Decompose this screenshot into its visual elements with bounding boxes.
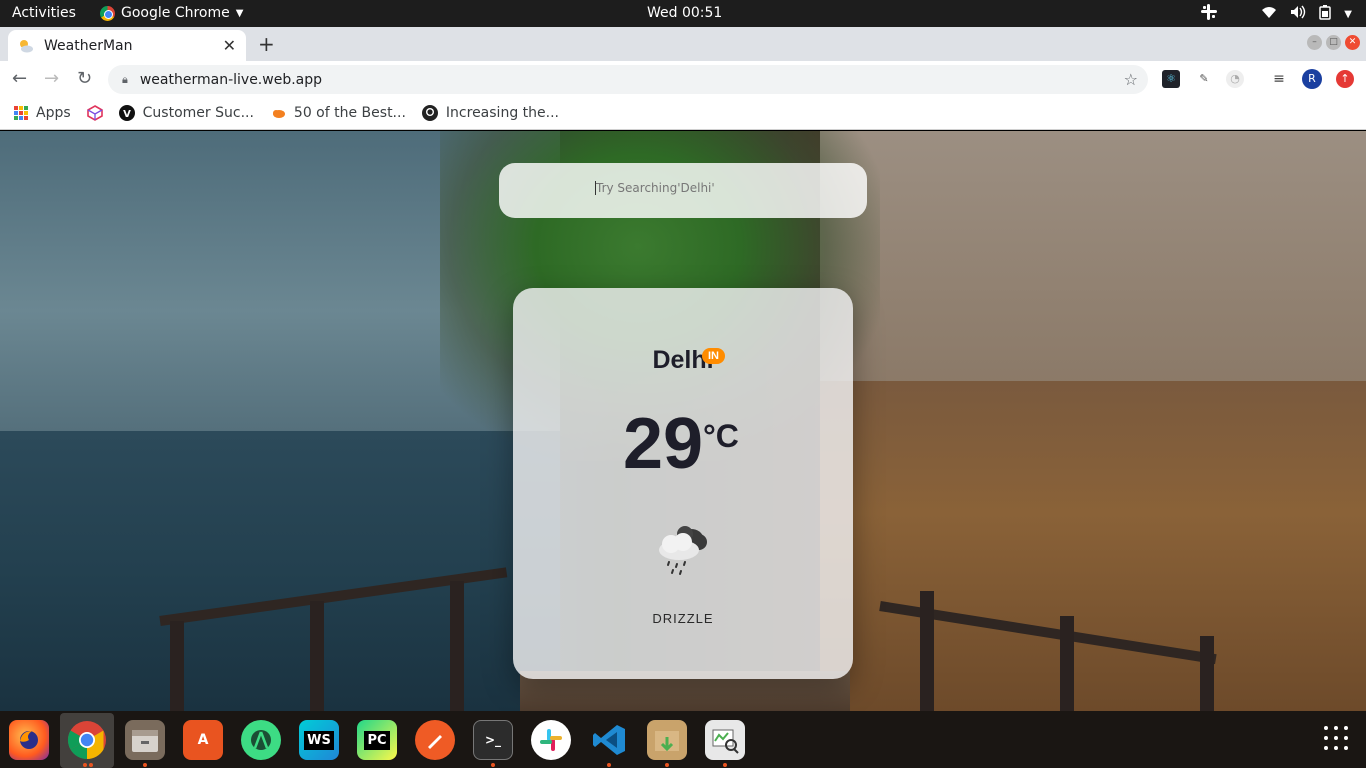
tab-title: WeatherMan [44, 37, 133, 54]
tab-strip: WeatherMan ✕ + – □ ✕ [0, 27, 1366, 61]
running-indicator [89, 763, 93, 767]
bookmarks-bar: Apps V Customer Suc... 50 of the Best...… [0, 97, 1366, 130]
svg-text:V: V [123, 109, 131, 120]
close-window-button[interactable]: ✕ [1345, 35, 1360, 50]
chrome-icon [100, 5, 115, 21]
temperature-value: 29 [623, 404, 704, 484]
app-menu-label: Google Chrome [121, 5, 230, 21]
archive-manager-icon[interactable] [647, 720, 687, 760]
webstorm-icon[interactable]: WS [299, 720, 339, 760]
activities-button[interactable]: Activities [12, 5, 76, 21]
update-icon[interactable]: ↑ [1336, 70, 1354, 88]
bookmark-label: Increasing the... [445, 105, 559, 121]
files-icon[interactable] [125, 720, 165, 760]
eyedropper-extension-icon[interactable]: ✎ [1195, 70, 1213, 88]
running-indicator [143, 763, 147, 767]
vscode-icon[interactable] [589, 720, 629, 760]
slack-tray-icon[interactable] [1201, 4, 1218, 24]
github-icon [421, 105, 438, 121]
lock-icon[interactable]: 🔒︎ [122, 73, 128, 87]
cloud-logo-icon [270, 105, 286, 121]
maximize-button[interactable]: □ [1326, 35, 1341, 50]
react-devtools-extension-icon[interactable]: ⚛ [1162, 70, 1180, 88]
running-indicator [491, 763, 495, 767]
android-studio-icon[interactable] [241, 720, 281, 760]
drizzle-cloud-icon [653, 522, 713, 578]
window-controls: – □ ✕ [1307, 35, 1360, 50]
search-box [499, 163, 867, 218]
firefox-icon[interactable] [9, 720, 49, 760]
bookmark-label: 50 of the Best... [293, 105, 406, 121]
running-indicator [723, 763, 727, 767]
postman-icon[interactable] [415, 720, 455, 760]
system-menu-chevron-icon[interactable]: ▼ [1344, 9, 1352, 20]
wifi-icon[interactable] [1261, 5, 1277, 23]
pycharm-icon[interactable]: PC [357, 720, 397, 760]
running-indicator [83, 763, 87, 767]
clock[interactable]: Wed 00:51 [647, 5, 722, 21]
bookmark-star-icon[interactable]: ☆ [1124, 70, 1138, 89]
chevron-down-icon: ▼ [235, 7, 244, 19]
bookmark-github[interactable]: Increasing the... [421, 105, 559, 121]
url-text[interactable]: weatherman-live.web.app [140, 72, 322, 88]
country-badge: IN [702, 348, 725, 364]
apps-grid-icon [14, 106, 28, 120]
slack-dock-icon[interactable] [531, 720, 571, 760]
system-monitor-icon[interactable] [705, 720, 745, 760]
system-tray[interactable]: ▼ [1201, 4, 1352, 24]
reload-button[interactable]: ↻ [77, 68, 92, 89]
running-indicator [665, 763, 669, 767]
weather-favicon-icon [18, 38, 34, 54]
battery-icon[interactable] [1319, 4, 1332, 24]
show-applications-button[interactable] [1324, 726, 1348, 750]
minimize-button[interactable]: – [1307, 35, 1322, 50]
new-tab-button[interactable]: + [258, 32, 275, 56]
tab-weatherman[interactable]: WeatherMan ✕ [8, 30, 246, 61]
profile-avatar[interactable]: R [1302, 69, 1322, 89]
back-button[interactable]: ← [12, 68, 27, 89]
bookmark-label: Apps [36, 105, 71, 121]
ubuntu-dock: A WS PC >_ [0, 711, 1366, 768]
bookmark-cube[interactable] [86, 105, 103, 121]
close-tab-icon[interactable]: ✕ [223, 36, 236, 55]
weather-page: Delhi IN 29 °C DRIZZLE [0, 131, 1366, 711]
chrome-dock-icon[interactable] [67, 720, 107, 760]
system-top-bar: Activities Google Chrome ▼ Wed 00:51 ▼ [0, 0, 1366, 27]
temperature-unit: °C [703, 418, 739, 454]
software-center-icon[interactable]: A [183, 720, 223, 760]
volume-icon[interactable] [1290, 5, 1306, 23]
background-sky-right [820, 131, 1366, 401]
app-menu[interactable]: Google Chrome ▼ [100, 5, 243, 21]
weather-condition: DRIZZLE [652, 611, 714, 626]
v-logo-icon: V [118, 105, 135, 121]
terminal-icon[interactable]: >_ [473, 720, 513, 760]
cube-logo-icon [86, 105, 103, 121]
address-bar[interactable]: 🔒︎ weatherman-live.web.app ☆ [108, 65, 1148, 94]
weather-card: Delhi IN 29 °C DRIZZLE [513, 288, 853, 679]
extension-icon[interactable]: ◔ [1226, 70, 1244, 88]
bookmark-apps[interactable]: Apps [14, 105, 71, 121]
media-queue-icon[interactable]: ≡ [1270, 70, 1288, 88]
bookmark-customer-success[interactable]: V Customer Suc... [118, 105, 254, 121]
forward-button[interactable]: → [44, 68, 59, 89]
browser-toolbar: ← → ↻ 🔒︎ weatherman-live.web.app ☆ ⚛ ✎ ◔… [0, 61, 1366, 97]
city-name: Delhi [652, 346, 714, 374]
city-search-input[interactable] [595, 181, 815, 195]
bookmark-label: Customer Suc... [142, 105, 254, 121]
running-indicator [607, 763, 611, 767]
bookmark-50-best[interactable]: 50 of the Best... [270, 105, 406, 121]
